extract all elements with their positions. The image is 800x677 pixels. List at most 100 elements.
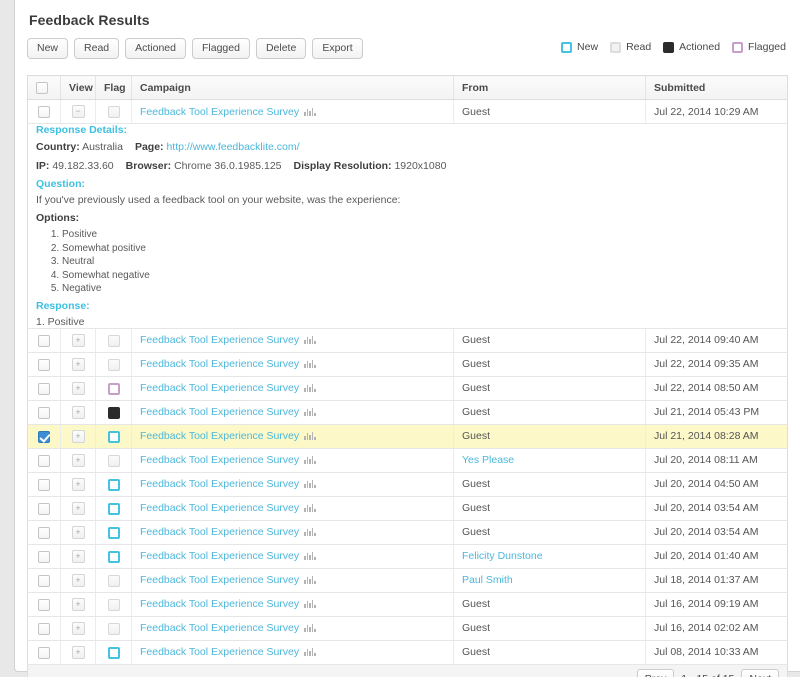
expand-row-icon[interactable]: +	[72, 598, 85, 611]
row-flag-cell	[96, 568, 132, 592]
flag-toggle-read[interactable]	[108, 335, 120, 347]
row-select-checkbox[interactable]	[38, 431, 50, 443]
flag-toggle-read[interactable]	[108, 455, 120, 467]
campaign-link[interactable]: Feedback Tool Experience Survey	[140, 526, 299, 538]
table-row[interactable]: +Feedback Tool Experience SurveyGuestJul…	[28, 616, 788, 640]
from-link[interactable]: Paul Smith	[462, 574, 513, 586]
table-row[interactable]: +Feedback Tool Experience SurveyGuestJul…	[28, 400, 788, 424]
row-from-cell: Guest	[454, 352, 646, 376]
row-select-checkbox[interactable]	[38, 479, 50, 491]
row-select-checkbox[interactable]	[38, 335, 50, 347]
expand-row-icon[interactable]: +	[72, 502, 85, 515]
table-row[interactable]: +Feedback Tool Experience SurveyGuestJul…	[28, 328, 788, 352]
table-row[interactable]: + Feedback Tool Experience Survey Paul Smi…	[28, 568, 788, 592]
campaign-link[interactable]: Feedback Tool Experience Survey	[140, 478, 299, 490]
from-link[interactable]: Felicity Dunstone	[462, 550, 543, 562]
table-row[interactable]: +Feedback Tool Experience SurveyGuestJul…	[28, 472, 788, 496]
flag-toggle-new[interactable]	[108, 527, 120, 539]
row-submitted-cell: Jul 16, 2014 09:19 AM	[646, 592, 788, 616]
campaign-link[interactable]: Feedback Tool Experience Survey	[140, 334, 299, 346]
campaign-link[interactable]: Feedback Tool Experience Survey	[140, 598, 299, 610]
campaign-link[interactable]: Feedback Tool Experience Survey	[140, 646, 299, 658]
campaign-link[interactable]: Feedback Tool Experience Survey	[140, 430, 299, 442]
row-select-checkbox[interactable]	[38, 407, 50, 419]
row-select-checkbox[interactable]	[38, 551, 50, 563]
flag-toggle-read[interactable]	[108, 106, 120, 118]
campaign-link[interactable]: Feedback Tool Experience Survey	[140, 454, 299, 466]
row-submitted-cell: Jul 20, 2014 01:40 AM	[646, 544, 788, 568]
expand-row-icon[interactable]: +	[72, 622, 85, 635]
flag-toggle-new[interactable]	[108, 551, 120, 563]
page-url-link[interactable]: http://www.feedbacklite.com/	[166, 141, 299, 153]
row-select-checkbox[interactable]	[38, 575, 50, 587]
country-label: Country:	[36, 141, 80, 153]
row-select-checkbox[interactable]	[38, 623, 50, 635]
row-select-checkbox[interactable]	[38, 383, 50, 395]
row-select-checkbox[interactable]	[38, 455, 50, 467]
table-row[interactable]: +Feedback Tool Experience SurveyGuestJul…	[28, 592, 788, 616]
toolbar-button-read[interactable]: Read	[74, 38, 119, 59]
expand-row-icon[interactable]: +	[72, 646, 85, 659]
row-select-checkbox[interactable]	[38, 599, 50, 611]
content-panel: Feedback Results NewReadActionedFlaggedD…	[14, 0, 800, 672]
flag-toggle-actioned[interactable]	[108, 407, 120, 419]
row-submitted-cell: Jul 20, 2014 04:50 AM	[646, 472, 788, 496]
campaign-link[interactable]: Feedback Tool Experience Survey	[140, 382, 299, 394]
campaign-link[interactable]: Feedback Tool Experience Survey	[140, 574, 299, 586]
row-select-checkbox[interactable]	[38, 503, 50, 515]
flag-toggle-new[interactable]	[108, 479, 120, 491]
from-link[interactable]: Yes Please	[462, 454, 514, 466]
campaign-link[interactable]: Feedback Tool Experience Survey	[140, 622, 299, 634]
campaign-link[interactable]: Feedback Tool Experience Survey	[140, 550, 299, 562]
from-label: Guest	[462, 622, 490, 634]
collapse-row-icon[interactable]: −	[72, 105, 85, 118]
flag-toggle-new[interactable]	[108, 431, 120, 443]
campaign-link[interactable]: Feedback Tool Experience Survey	[140, 406, 299, 418]
next-page-button[interactable]: Next	[741, 669, 779, 677]
campaign-link[interactable]: Feedback Tool Experience Survey	[140, 502, 299, 514]
row-select-checkbox[interactable]	[38, 359, 50, 371]
toolbar-button-actioned[interactable]: Actioned	[125, 38, 186, 59]
expand-row-icon[interactable]: +	[72, 382, 85, 395]
flag-toggle-new[interactable]	[108, 503, 120, 515]
expand-row-icon[interactable]: +	[72, 574, 85, 587]
pagination: Prev 1 - 15 of 15 Next	[36, 669, 779, 677]
table-row[interactable]: +Feedback Tool Experience SurveyGuestJul…	[28, 376, 788, 400]
expand-row-icon[interactable]: +	[72, 334, 85, 347]
flag-toggle-read[interactable]	[108, 623, 120, 635]
flag-toggle-new[interactable]	[108, 647, 120, 659]
toolbar-button-delete[interactable]: Delete	[256, 38, 306, 59]
campaign-link[interactable]: Feedback Tool Experience Survey	[140, 358, 299, 370]
expand-row-icon[interactable]: +	[72, 406, 85, 419]
row-select-checkbox[interactable]	[38, 647, 50, 659]
row-select-checkbox[interactable]	[38, 106, 50, 118]
expand-row-icon[interactable]: +	[72, 550, 85, 563]
expand-row-icon[interactable]: +	[72, 358, 85, 371]
row-select-checkbox[interactable]	[38, 527, 50, 539]
row-flag-cell	[96, 592, 132, 616]
row-view-cell: +	[61, 544, 96, 568]
table-row[interactable]: +Feedback Tool Experience SurveyGuestJul…	[28, 520, 788, 544]
toolbar-button-flagged[interactable]: Flagged	[192, 38, 250, 59]
table-row[interactable]: + Feedback Tool Experience Survey Felicity…	[28, 544, 788, 568]
expand-row-icon[interactable]: +	[72, 526, 85, 539]
table-row[interactable]: +Feedback Tool Experience SurveyGuestJul…	[28, 640, 788, 664]
flag-toggle-read[interactable]	[108, 359, 120, 371]
table-row[interactable]: +Feedback Tool Experience SurveyGuestJul…	[28, 352, 788, 376]
expand-row-icon[interactable]: +	[72, 478, 85, 491]
select-all-checkbox[interactable]	[36, 82, 48, 94]
flag-toggle-read[interactable]	[108, 599, 120, 611]
table-row[interactable]: −Feedback Tool Experience SurveyGuestJul…	[28, 100, 788, 124]
table-row[interactable]: + Feedback Tool Experience Survey Yes Plea…	[28, 448, 788, 472]
toolbar-button-new[interactable]: New	[27, 38, 68, 59]
toolbar-button-export[interactable]: Export	[312, 38, 362, 59]
table-row[interactable]: +Feedback Tool Experience SurveyGuestJul…	[28, 496, 788, 520]
flag-toggle-flagged[interactable]	[108, 383, 120, 395]
row-from-cell: Guest	[454, 328, 646, 352]
flag-toggle-read[interactable]	[108, 575, 120, 587]
expand-row-icon[interactable]: +	[72, 430, 85, 443]
table-row[interactable]: +Feedback Tool Experience SurveyGuestJul…	[28, 424, 788, 448]
expand-row-icon[interactable]: +	[72, 454, 85, 467]
campaign-link[interactable]: Feedback Tool Experience Survey	[140, 106, 299, 118]
prev-page-button[interactable]: Prev	[637, 669, 675, 677]
